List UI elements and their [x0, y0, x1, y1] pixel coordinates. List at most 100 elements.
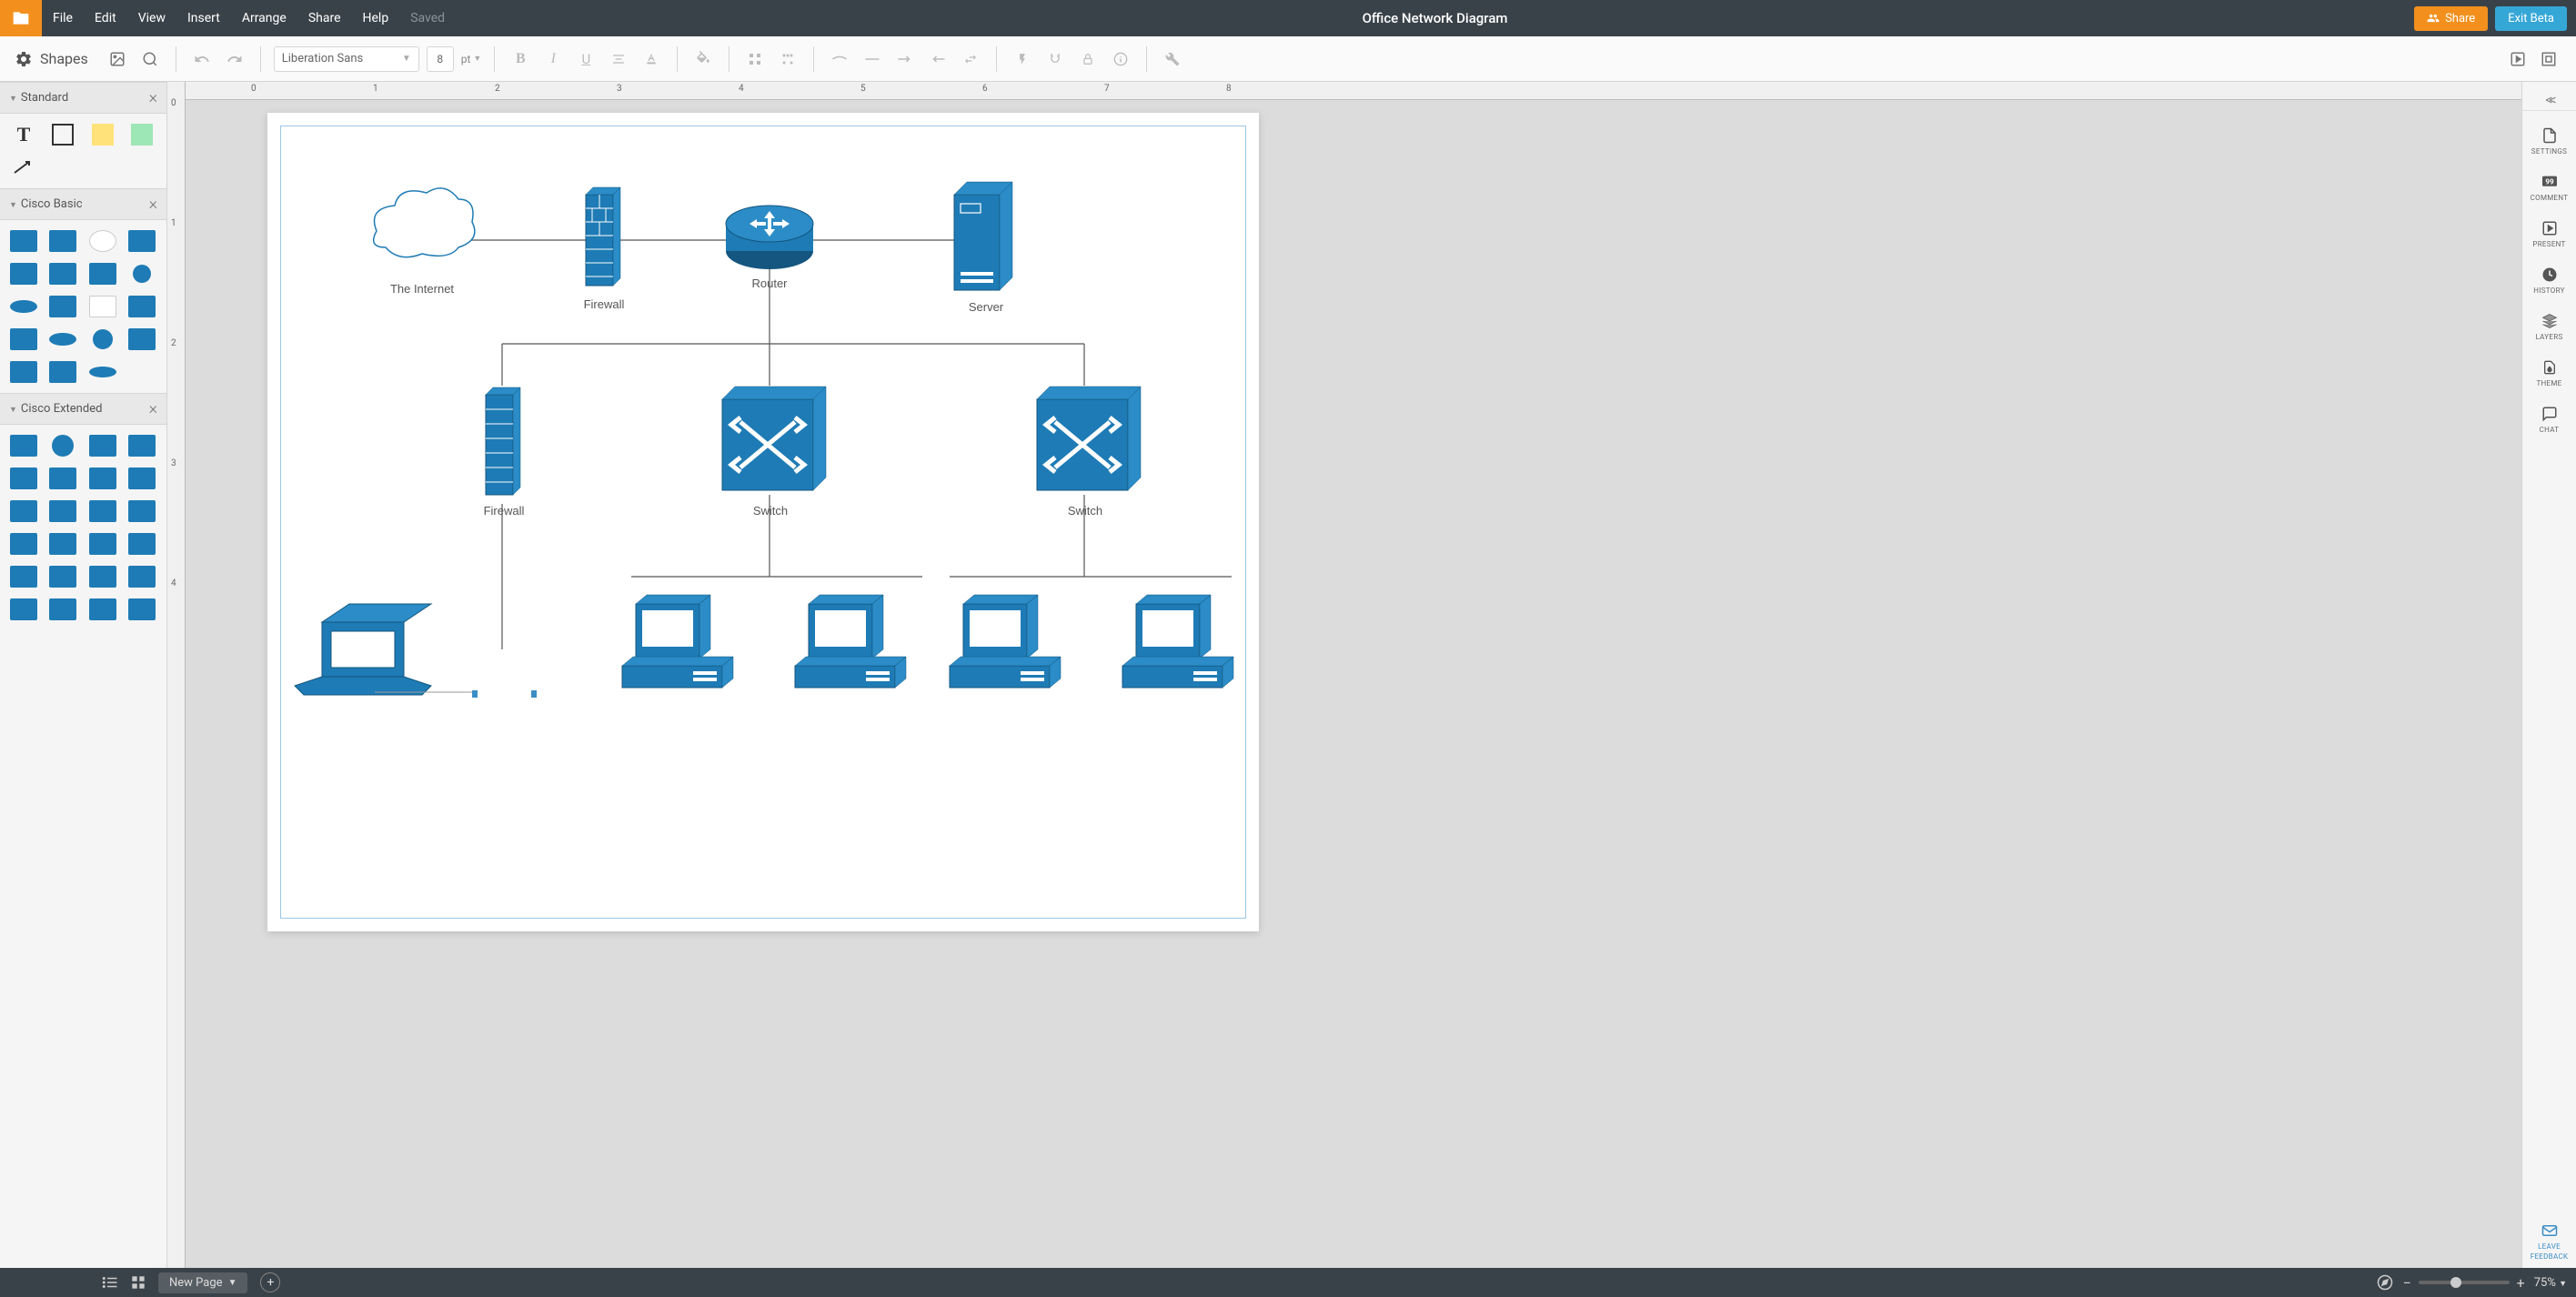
list-icon[interactable]	[102, 1276, 118, 1289]
section-cisco-basic[interactable]: ▼Cisco Basic ×	[0, 188, 166, 220]
node-internet[interactable]: The Internet	[374, 188, 475, 296]
underline-icon[interactable]: U	[573, 46, 599, 72]
align-obj-icon[interactable]	[742, 46, 768, 72]
font-unit-select[interactable]: pt ▼	[461, 53, 482, 65]
node-switch-1[interactable]: Switch	[722, 387, 826, 518]
history-button[interactable]: HISTORY	[2522, 257, 2576, 302]
magnet-icon[interactable]	[1042, 46, 1068, 72]
menu-help[interactable]: Help	[352, 0, 400, 36]
shape-green[interactable]	[126, 121, 158, 148]
cisco-shape[interactable]	[86, 563, 119, 590]
cisco-shape[interactable]	[126, 498, 158, 525]
cisco-shape[interactable]	[7, 432, 40, 459]
cisco-shape[interactable]	[86, 465, 119, 492]
cisco-shape[interactable]	[86, 432, 119, 459]
node-pc-4[interactable]	[1122, 595, 1233, 688]
play-icon[interactable]	[2505, 46, 2531, 72]
close-icon[interactable]: ×	[149, 195, 157, 214]
cisco-shape[interactable]	[46, 358, 79, 386]
info-icon[interactable]	[1108, 46, 1133, 72]
line-weight-icon[interactable]	[860, 46, 885, 72]
cisco-shape[interactable]	[46, 293, 79, 320]
cisco-shape[interactable]	[126, 596, 158, 623]
feedback-button[interactable]: LEAVE FEEDBACK	[2522, 1213, 2576, 1268]
share-button[interactable]: Share	[2414, 6, 2488, 31]
cisco-shape[interactable]	[7, 596, 40, 623]
chat-button[interactable]: CHAT	[2522, 397, 2576, 441]
zoom-value[interactable]: 75% ▼	[2534, 1276, 2567, 1290]
exit-beta-button[interactable]: Exit Beta	[2495, 6, 2567, 31]
zoom-out-icon[interactable]: −	[2402, 1274, 2410, 1292]
cisco-shape[interactable]	[46, 530, 79, 558]
cisco-shape[interactable]	[86, 260, 119, 287]
redo-icon[interactable]	[222, 46, 247, 72]
cisco-shape[interactable]	[46, 326, 79, 353]
search-icon[interactable]	[137, 46, 163, 72]
node-pc-2[interactable]	[795, 595, 906, 688]
close-icon[interactable]: ×	[149, 88, 157, 107]
cisco-shape[interactable]	[86, 358, 119, 386]
cisco-shape[interactable]	[46, 498, 79, 525]
shape-note[interactable]	[86, 121, 119, 148]
cisco-shape[interactable]	[126, 432, 158, 459]
cisco-shape[interactable]	[7, 260, 40, 287]
cisco-shape[interactable]	[7, 358, 40, 386]
image-icon[interactable]	[105, 46, 130, 72]
node-pc-3[interactable]	[950, 595, 1061, 688]
cisco-shape[interactable]	[46, 465, 79, 492]
menu-arrange[interactable]: Arrange	[231, 0, 297, 36]
add-page-button[interactable]: +	[260, 1272, 280, 1292]
collapse-icon[interactable]: <<	[2522, 89, 2576, 111]
lock-icon[interactable]	[1075, 46, 1101, 72]
cisco-shape[interactable]	[46, 227, 79, 255]
cisco-shape[interactable]	[126, 563, 158, 590]
cisco-shape[interactable]	[86, 227, 119, 255]
section-cisco-extended[interactable]: ▼Cisco Extended ×	[0, 393, 166, 425]
menu-file[interactable]: File	[42, 0, 84, 36]
zoom-in-icon[interactable]: +	[2517, 1274, 2525, 1292]
page-tab[interactable]: New Page ▼	[158, 1272, 247, 1293]
cisco-shape[interactable]	[126, 260, 158, 287]
shape-arrow[interactable]	[7, 154, 40, 181]
layers-button[interactable]: LAYERS	[2522, 304, 2576, 348]
text-color-icon[interactable]	[639, 46, 664, 72]
shape-rect[interactable]	[46, 121, 79, 148]
cisco-shape[interactable]	[86, 530, 119, 558]
line-style-icon[interactable]	[827, 46, 852, 72]
present-button[interactable]: PRESENT	[2522, 211, 2576, 256]
document-title[interactable]: Office Network Diagram	[456, 10, 2414, 26]
arrow-start-icon[interactable]	[892, 46, 918, 72]
cisco-shape[interactable]	[126, 326, 158, 353]
align-icon[interactable]	[606, 46, 631, 72]
wrench-icon[interactable]	[1160, 46, 1185, 72]
cisco-shape[interactable]	[86, 326, 119, 353]
node-laptop[interactable]	[295, 604, 431, 695]
grid-icon[interactable]	[131, 1275, 146, 1290]
bold-icon[interactable]: B	[508, 46, 533, 72]
menu-share[interactable]: Share	[297, 0, 352, 36]
font-size-select[interactable]: 8	[427, 46, 454, 72]
node-switch-2[interactable]: Switch	[1037, 387, 1141, 518]
menu-view[interactable]: View	[127, 0, 176, 36]
distribute-icon[interactable]	[775, 46, 800, 72]
close-icon[interactable]: ×	[149, 399, 157, 418]
node-router[interactable]: Router	[726, 206, 813, 290]
node-firewall-1[interactable]: Firewall	[584, 187, 625, 311]
cisco-shape[interactable]	[7, 326, 40, 353]
shape-text[interactable]: T	[7, 121, 40, 148]
cisco-shape[interactable]	[7, 530, 40, 558]
section-standard[interactable]: ▼Standard ×	[0, 82, 166, 114]
cisco-shape[interactable]	[7, 227, 40, 255]
node-pc-1[interactable]	[622, 595, 733, 688]
cisco-shape[interactable]	[86, 293, 119, 320]
cisco-shape[interactable]	[7, 498, 40, 525]
cisco-shape[interactable]	[7, 293, 40, 320]
font-select[interactable]: Liberation Sans ▼	[274, 46, 419, 72]
theme-button[interactable]: THEME	[2522, 350, 2576, 395]
arrow-end-icon[interactable]	[925, 46, 951, 72]
swap-icon[interactable]	[958, 46, 983, 72]
cisco-shape[interactable]	[86, 596, 119, 623]
node-server[interactable]: Server	[954, 182, 1012, 314]
undo-icon[interactable]	[189, 46, 215, 72]
zoom-slider[interactable]	[2419, 1281, 2510, 1284]
